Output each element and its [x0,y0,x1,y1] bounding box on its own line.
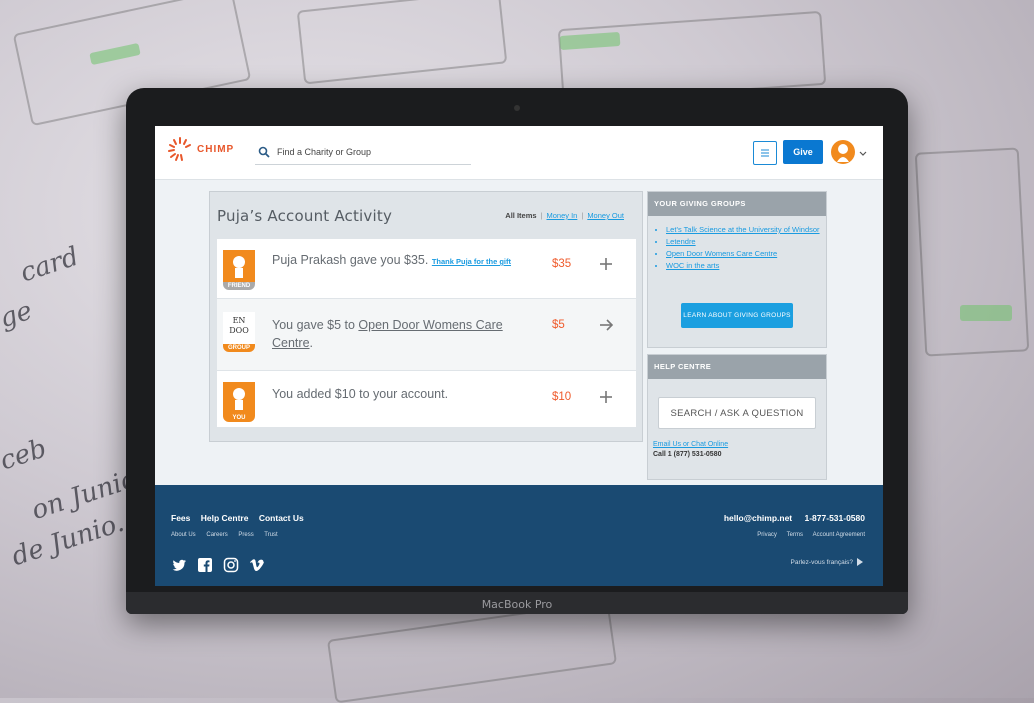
friend-tag: FRIEND [223,282,255,290]
help-centre-panel: HELP CENTRE SEARCH / ASK A QUESTION Emai… [647,354,827,480]
plus-icon[interactable] [598,389,614,405]
browser-screen: CHIMP Give Puja’s Account Activity [155,126,883,586]
activity-title: Puja’s Account Activity [217,207,393,225]
footer-link-about[interactable]: About Us [171,532,196,538]
chevron-down-icon[interactable] [858,146,868,156]
help-phone: Call 1 (877) 531-0580 [653,451,722,458]
activity-text: Puja Prakash gave you $35. [272,253,429,267]
group-item[interactable]: Letendre [666,236,826,248]
arrow-right-icon[interactable] [598,317,614,333]
filter-all-items[interactable]: All Items [505,211,536,220]
person-icon [233,256,245,278]
footer-link-contact[interactable]: Contact Us [259,513,304,523]
activity-description: Puja Prakash gave you $35. Thank Puja fo… [272,251,532,271]
person-icon [233,388,245,410]
camera-dot [514,105,520,111]
account-activity-panel: Puja’s Account Activity All Items | Money … [209,191,643,442]
learn-giving-groups-button[interactable]: LEARN ABOUT GIVING GROUPS [681,303,793,328]
menu-button[interactable] [753,141,777,165]
org-logo-text: EN DOO [223,312,255,344]
give-button[interactable]: Give [783,140,823,164]
footer-main-links: Fees Help Centre Contact Us [171,513,312,523]
you-tag: YOU [223,414,255,422]
sun-logo-icon [167,136,193,162]
activity-row: YOU You added $10 to your account. $10 [217,371,636,428]
activity-amount: $35 [552,258,572,270]
vimeo-icon[interactable] [249,557,265,573]
hamburger-icon [761,149,769,157]
search-bar[interactable] [255,140,471,165]
friend-avatar: FRIEND [223,250,255,290]
facebook-icon[interactable] [197,557,213,573]
activity-amount: $10 [552,391,572,403]
group-item[interactable]: Open Door Womens Care Centre [666,248,826,260]
footer-link-fees[interactable]: Fees [171,513,190,523]
footer-link-help[interactable]: Help Centre [201,513,249,523]
instagram-icon[interactable] [223,557,239,573]
giving-groups-list: Let’s Talk Science at the University of … [648,224,826,272]
help-search-button[interactable]: SEARCH / ASK A QUESTION [658,397,816,429]
footer-sub-links: About Us Careers Press Trust [171,532,287,538]
laptop-brand: MacBook Pro [481,598,553,611]
play-arrow-icon [857,558,863,566]
help-centre-heading: HELP CENTRE [648,355,826,379]
group-logo: EN DOO GROUP [223,312,255,352]
user-silhouette-icon [837,144,849,162]
thank-link[interactable]: Thank Puja for the gift [432,257,511,266]
footer-phone[interactable]: 1-877-531-0580 [805,513,866,523]
footer-contact: hello@chimp.net 1-877-531-0580 [714,513,865,523]
social-links [171,557,265,573]
activity-text-suffix: . [309,336,314,350]
footer-link-press[interactable]: Press [238,532,253,538]
search-icon [257,145,271,159]
group-item[interactable]: Let’s Talk Science at the University of … [666,224,826,236]
footer-link-terms[interactable]: Terms [787,532,803,538]
language-switch[interactable]: Parlez-vous français? [790,558,863,566]
group-item[interactable]: WOC in the arts [666,260,826,272]
footer-email[interactable]: hello@chimp.net [724,513,792,523]
chimp-logo[interactable]: CHIMP [167,136,234,162]
self-avatar: YOU [223,382,255,422]
logo-wordmark: CHIMP [197,143,235,155]
footer-link-trust[interactable]: Trust [264,532,277,538]
search-input[interactable] [275,146,469,158]
twitter-icon[interactable] [171,557,187,573]
activity-amount: $5 [552,319,565,331]
footer-link-privacy[interactable]: Privacy [757,532,777,538]
language-label: Parlez-vous français? [790,558,854,566]
footer-link-careers[interactable]: Careers [206,532,227,538]
laptop-chin: MacBook Pro [126,592,908,614]
footer-legal-links: Privacy Terms Account Agreement [749,532,865,538]
plus-icon[interactable] [598,256,614,272]
laptop-frame: CHIMP Give Puja’s Account Activity [126,88,908,614]
activity-row: EN DOO GROUP You gave $5 to Open Door Wo… [217,299,636,371]
site-footer: Fees Help Centre Contact Us About Us Car… [155,485,883,586]
footer-link-agreement[interactable]: Account Agreement [813,532,865,538]
email-chat-link[interactable]: Email Us or Chat Online [653,441,728,448]
activity-row: FRIEND Puja Prakash gave you $35. Thank … [217,239,636,299]
activity-description: You gave $5 to Open Door Womens Care Cen… [272,316,522,352]
activity-filters: All Items | Money In | Money Out [505,211,624,220]
group-tag: GROUP [223,344,255,352]
activity-description: You added $10 to your account. [272,387,449,401]
user-avatar[interactable] [831,140,855,164]
giving-groups-panel: YOUR GIVING GROUPS Let’s Talk Science at… [647,191,827,348]
filter-money-in[interactable]: Money In [547,211,578,220]
giving-groups-heading: YOUR GIVING GROUPS [648,192,826,216]
activity-text: You gave $5 to [272,318,359,332]
activity-list: FRIEND Puja Prakash gave you $35. Thank … [217,239,636,428]
filter-money-out[interactable]: Money Out [587,211,624,220]
site-header: CHIMP Give [155,126,883,180]
